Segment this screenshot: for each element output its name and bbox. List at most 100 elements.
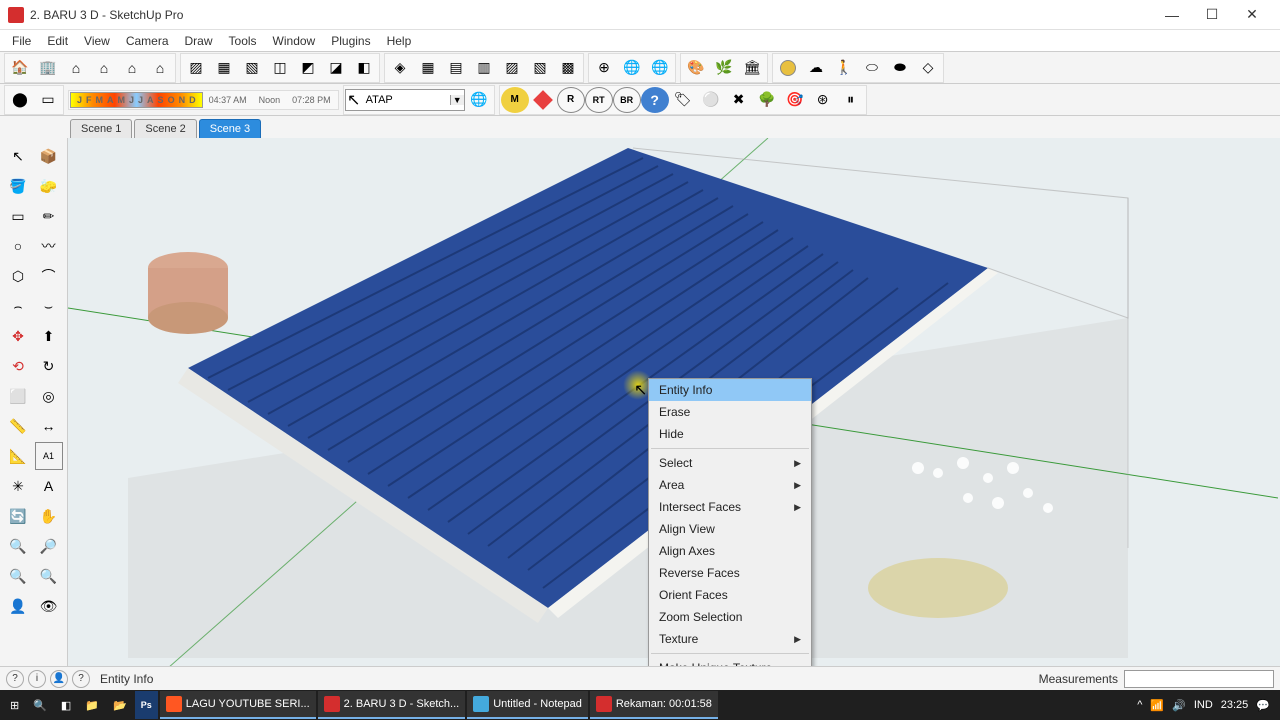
tray-volume-icon[interactable]: 🔊 [1172, 699, 1186, 712]
tool-xray-icon[interactable]: ▨ [182, 55, 210, 81]
tool-r-icon[interactable]: R [557, 87, 585, 113]
tool-tree-icon[interactable]: 🌳 [753, 87, 781, 113]
context-select[interactable]: Select▶ [649, 452, 811, 474]
menu-help[interactable]: Help [379, 32, 420, 50]
select-tool-icon[interactable]: ↖ [4, 142, 32, 170]
start-button[interactable]: ⊞ [4, 691, 25, 719]
context-area[interactable]: Area▶ [649, 474, 811, 496]
search-icon[interactable]: 🔍 [27, 691, 53, 719]
menu-camera[interactable]: Camera [118, 32, 177, 50]
zoom-tool-icon[interactable]: 🔍 [4, 532, 32, 560]
tray-lang[interactable]: IND [1194, 699, 1213, 711]
system-tray[interactable]: ^ 📶 🔊 IND 23:25 💬 [1137, 699, 1276, 712]
tool-target-icon[interactable]: ⊛ [809, 87, 837, 113]
context-zoom-selection[interactable]: Zoom Selection [649, 606, 811, 628]
tool-style-icon[interactable]: ◧ [350, 55, 378, 81]
status-user-icon[interactable]: 👤 [50, 670, 68, 688]
tool-shaded-icon[interactable]: ◫ [266, 55, 294, 81]
tool-wire-icon[interactable]: ▦ [210, 55, 238, 81]
measurements-input[interactable] [1124, 670, 1274, 688]
month-slider[interactable]: JFMAMJJASOND [70, 92, 203, 108]
tool-front-icon[interactable]: ▤ [442, 55, 470, 81]
tool-pause-icon[interactable]: ⏸ [837, 87, 865, 113]
menu-draw[interactable]: Draw [177, 32, 221, 50]
tool-ext1-icon[interactable]: 🎨 [682, 55, 710, 81]
arc3-tool-icon[interactable]: ⌣ [35, 292, 63, 320]
tool-geo-icon[interactable]: 🌐 [646, 55, 674, 81]
orbit-tool-icon[interactable]: 🔄 [4, 502, 32, 530]
tool-position-icon[interactable]: ⊕ [590, 55, 618, 81]
context-align-axes[interactable]: Align Axes [649, 540, 811, 562]
tray-network-icon[interactable]: 📶 [1150, 699, 1164, 712]
taskbar-app-sketchup[interactable]: 2. BARU 3 D - Sketch... [318, 691, 466, 719]
tool-left-icon[interactable]: ▧ [526, 55, 554, 81]
context-intersect-faces[interactable]: Intersect Faces▶ [649, 496, 811, 518]
followme-tool-icon[interactable]: ↻ [35, 352, 63, 380]
eraser-tool-icon[interactable]: 🧽 [35, 172, 63, 200]
tool-mono-icon[interactable]: ◪ [322, 55, 350, 81]
rotate-tool-icon[interactable]: ⟲ [4, 352, 32, 380]
axes-tool-icon[interactable]: ✳ [4, 472, 32, 500]
prev-tool-icon[interactable]: 🔍 [35, 562, 63, 590]
line-tool-icon[interactable]: ✏ [35, 202, 63, 230]
tool-m-icon[interactable]: M [501, 87, 529, 113]
tool-tag-icon[interactable]: 🏷 [669, 87, 697, 113]
tool-iso-icon[interactable]: ◈ [386, 55, 414, 81]
context-entity-info[interactable]: Entity Info [649, 379, 811, 401]
tool-rt-icon[interactable]: RT [585, 87, 613, 113]
tool-render-icon[interactable]: 🎯 [781, 87, 809, 113]
tool-sun-icon[interactable] [774, 55, 802, 81]
text-tool-icon[interactable]: A1 [35, 442, 63, 470]
status-info-icon[interactable]: i [28, 670, 46, 688]
rectangle-tool-icon[interactable]: ▭ [4, 202, 32, 230]
tool-model-icon[interactable]: 🏠 [6, 55, 34, 81]
dimension-tool-icon[interactable]: ↔ [35, 412, 63, 440]
tool-sphere-icon[interactable]: ⚪ [697, 87, 725, 113]
scale-tool-icon[interactable]: ⬜ [4, 382, 32, 410]
photoshop-icon[interactable]: Ps [135, 691, 158, 719]
context-hide[interactable]: Hide [649, 423, 811, 445]
layer-dropdown[interactable]: ↖ ATAP ▼ [345, 89, 465, 111]
context-texture[interactable]: Texture▶ [649, 628, 811, 650]
context-orient-faces[interactable]: Orient Faces [649, 584, 811, 606]
move-tool-icon[interactable]: ✥ [4, 322, 32, 350]
arc-tool-icon[interactable]: ⌒ [35, 262, 63, 290]
scene-tab-1[interactable]: Scene 1 [70, 119, 132, 138]
context-erase[interactable]: Erase [649, 401, 811, 423]
3dtext-tool-icon[interactable]: A [35, 472, 63, 500]
tool-ext2-icon[interactable]: 🌿 [710, 55, 738, 81]
tool-last-icon[interactable]: ◇ [914, 55, 942, 81]
position-camera-tool-icon[interactable]: 👤 [4, 592, 32, 620]
zoomext-tool-icon[interactable]: 🔍 [4, 562, 32, 590]
menu-file[interactable]: File [4, 32, 39, 50]
status-q-icon[interactable]: ? [72, 670, 90, 688]
tray-time[interactable]: 23:25 [1221, 699, 1249, 711]
pan-tool-icon[interactable]: ✋ [35, 502, 63, 530]
tool-back-icon[interactable]: ▨ [498, 55, 526, 81]
close-button[interactable]: ✕ [1232, 0, 1272, 30]
taskbar-app-notepad[interactable]: Untitled - Notepad [467, 691, 588, 719]
tool-walk-icon[interactable]: 🚶 [830, 55, 858, 81]
tool-house1-icon[interactable]: ⌂ [62, 55, 90, 81]
tool-cross-icon[interactable]: ✖ [725, 87, 753, 113]
tool-fog-icon[interactable]: ☁ [802, 55, 830, 81]
zoomwin-tool-icon[interactable]: 🔎 [35, 532, 63, 560]
context-align-view[interactable]: Align View [649, 518, 811, 540]
lookaround-tool-icon[interactable]: 👁 [35, 592, 63, 620]
menu-plugins[interactable]: Plugins [323, 32, 378, 50]
tool-ball-icon[interactable]: ⬤ [6, 87, 34, 113]
polygon-tool-icon[interactable]: ⬡ [4, 262, 32, 290]
menu-edit[interactable]: Edit [39, 32, 76, 50]
folder-icon[interactable]: 📂 [107, 691, 133, 719]
taskbar-app-chrome[interactable]: LAGU YOUTUBE SERI... [160, 691, 316, 719]
tool-hidden-icon[interactable]: ▧ [238, 55, 266, 81]
tool-diamond-icon[interactable] [529, 87, 557, 113]
minimize-button[interactable]: — [1152, 0, 1192, 30]
maximize-button[interactable]: ☐ [1192, 0, 1232, 30]
menu-tools[interactable]: Tools [221, 32, 265, 50]
tool-house4-icon[interactable]: ⌂ [146, 55, 174, 81]
tool-ground-icon[interactable]: ⬭ [858, 55, 886, 81]
pushpull-tool-icon[interactable]: ⬆ [35, 322, 63, 350]
freehand-tool-icon[interactable]: 〰 [35, 232, 63, 260]
tool-new-icon[interactable]: 🌐 [618, 55, 646, 81]
